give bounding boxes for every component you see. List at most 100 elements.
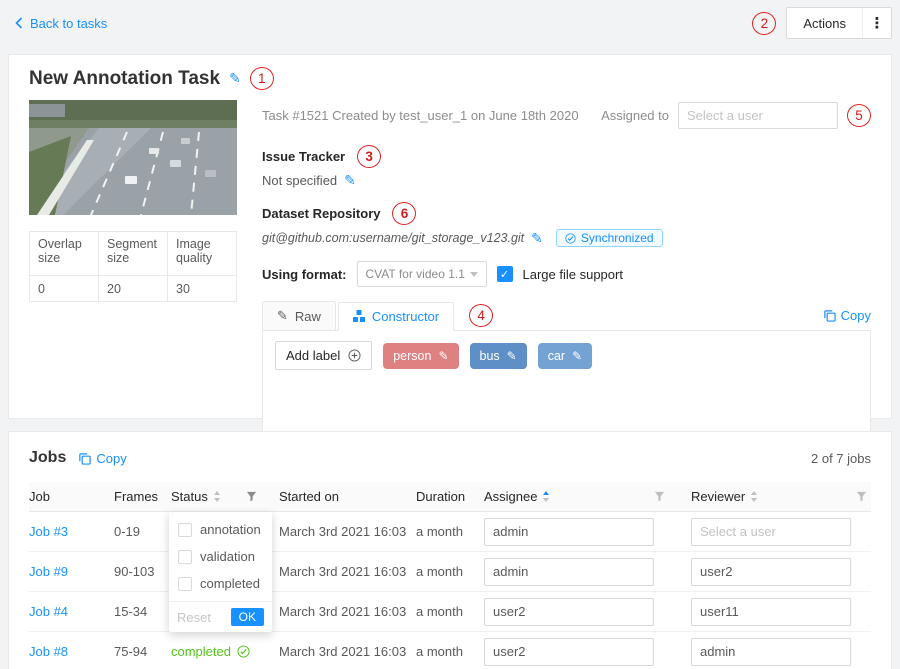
tab-constructor[interactable]: Constructor bbox=[338, 302, 454, 331]
jobs-table: Job Frames Status Started on Duration As… bbox=[29, 482, 871, 669]
edit-label-icon[interactable]: ✎ bbox=[572, 349, 582, 363]
filter-icon-assignee[interactable] bbox=[654, 491, 665, 502]
back-to-tasks-link[interactable]: Back to tasks bbox=[14, 16, 107, 31]
duration-cell: a month bbox=[416, 644, 484, 659]
label-chip-person-name: person bbox=[393, 349, 431, 363]
edit-repository-icon[interactable]: ✎ bbox=[531, 230, 543, 247]
duration-cell: a month bbox=[416, 564, 484, 579]
tab-constructor-label: Constructor bbox=[372, 309, 439, 324]
constructor-blocks-icon bbox=[353, 310, 365, 322]
sync-check-icon bbox=[565, 233, 576, 244]
filter-option-completed[interactable]: completed bbox=[169, 570, 272, 597]
reviewer-select[interactable] bbox=[691, 558, 851, 586]
filter-option-annotation[interactable]: annotation bbox=[169, 516, 272, 543]
sort-icon-status[interactable] bbox=[213, 490, 221, 503]
jobs-table-header: Job Frames Status Started on Duration As… bbox=[29, 482, 871, 512]
column-header-reviewer[interactable]: Reviewer bbox=[691, 489, 871, 504]
jobs-card: Jobs Copy 2 of 7 jobs Job Frames Status bbox=[8, 431, 892, 669]
task-title: New Annotation Task bbox=[29, 68, 220, 90]
filter-icon-status[interactable] bbox=[246, 491, 257, 502]
format-select[interactable]: CVAT for video 1.1 bbox=[357, 261, 487, 287]
jobs-header: Jobs Copy 2 of 7 jobs bbox=[29, 444, 871, 472]
job-link[interactable]: Job #8 bbox=[29, 644, 68, 659]
copy-icon bbox=[78, 452, 91, 465]
filter-icon-reviewer[interactable] bbox=[856, 491, 867, 502]
check-circle-icon bbox=[237, 645, 250, 658]
filter-option-validation[interactable]: validation bbox=[169, 543, 272, 570]
more-menu-icon[interactable]: ⋮ bbox=[863, 14, 891, 32]
copy-jobs-link[interactable]: Copy bbox=[78, 451, 126, 466]
edit-label-icon[interactable]: ✎ bbox=[438, 349, 448, 363]
actions-label: Actions bbox=[787, 16, 862, 31]
started-cell: March 3rd 2021 16:03 bbox=[279, 564, 416, 579]
assignee-select[interactable] bbox=[484, 598, 654, 626]
large-file-support-checkbox[interactable]: ✓ bbox=[497, 266, 513, 282]
started-cell: March 3rd 2021 16:03 bbox=[279, 604, 416, 619]
filter-ok-button[interactable]: OK bbox=[231, 608, 264, 626]
issue-tracker-block: Issue Tracker 3 Not specified ✎ bbox=[262, 145, 871, 189]
labels-constructor-panel: Add label person ✎ bus ✎ bbox=[262, 330, 871, 443]
label-chip-person[interactable]: person ✎ bbox=[383, 343, 458, 369]
checkbox-annotation[interactable] bbox=[178, 523, 192, 537]
actions-button[interactable]: Actions ⋮ bbox=[786, 7, 892, 39]
label-chip-bus-name: bus bbox=[480, 349, 500, 363]
synchronized-label: Synchronized bbox=[581, 231, 654, 245]
status-cell: completed bbox=[171, 644, 279, 659]
copy-icon bbox=[823, 309, 836, 322]
assignee-select[interactable] bbox=[484, 558, 654, 586]
format-row: Using format: CVAT for video 1.1 ✓ Large… bbox=[262, 261, 871, 287]
task-right-column: Task #1521 Created by test_user_1 on Jun… bbox=[262, 100, 871, 443]
task-meta-row: Task #1521 Created by test_user_1 on Jun… bbox=[262, 102, 871, 129]
assignee-select[interactable] bbox=[678, 102, 838, 129]
sort-icon-reviewer[interactable] bbox=[750, 490, 758, 503]
add-label-text: Add label bbox=[286, 348, 340, 363]
edit-label-icon[interactable]: ✎ bbox=[507, 349, 517, 363]
labels-tabs: ✎ Raw Constructor 4 bbox=[262, 301, 871, 443]
param-value-segment: 20 bbox=[99, 276, 168, 302]
started-cell: March 3rd 2021 16:03 bbox=[279, 524, 416, 539]
filter-footer: Reset OK bbox=[169, 601, 272, 632]
chevron-down-icon bbox=[470, 272, 478, 277]
column-header-started: Started on bbox=[279, 489, 416, 504]
copy-labels-label: Copy bbox=[841, 308, 871, 323]
table-row: Job #3 0-19 March 3rd 2021 16:03 a month bbox=[29, 512, 871, 552]
add-label-button[interactable]: Add label bbox=[275, 341, 372, 370]
edit-issue-tracker-icon[interactable]: ✎ bbox=[344, 172, 356, 189]
checkbox-completed[interactable] bbox=[178, 577, 192, 591]
reviewer-select[interactable] bbox=[691, 598, 851, 626]
format-select-value: CVAT for video 1.1 bbox=[366, 267, 465, 281]
job-link[interactable]: Job #4 bbox=[29, 604, 68, 619]
filter-option-label: completed bbox=[200, 576, 260, 591]
reviewer-select[interactable] bbox=[691, 638, 851, 666]
duration-cell: a month bbox=[416, 524, 484, 539]
assignee-select[interactable] bbox=[484, 518, 654, 546]
task-preview-image bbox=[29, 100, 237, 215]
copy-labels-link[interactable]: Copy bbox=[823, 308, 871, 323]
table-row: Job #9 90-103 March 3rd 2021 16:03 a mon… bbox=[29, 552, 871, 592]
status-text: completed bbox=[171, 644, 231, 659]
column-header-duration: Duration bbox=[416, 489, 484, 504]
callout-4: 4 bbox=[469, 304, 493, 327]
job-link[interactable]: Job #9 bbox=[29, 564, 68, 579]
filter-option-label: validation bbox=[200, 549, 255, 564]
using-format-label: Using format: bbox=[262, 267, 347, 282]
job-link[interactable]: Job #3 bbox=[29, 524, 68, 539]
label-chip-bus[interactable]: bus ✎ bbox=[470, 343, 527, 369]
started-cell: March 3rd 2021 16:03 bbox=[279, 644, 416, 659]
column-header-status[interactable]: Status bbox=[171, 489, 279, 504]
checkbox-validation[interactable] bbox=[178, 550, 192, 564]
filter-reset-button[interactable]: Reset bbox=[177, 610, 211, 625]
tab-raw[interactable]: ✎ Raw bbox=[262, 301, 336, 331]
frames-cell: 90-103 bbox=[114, 564, 171, 579]
callout-6: 6 bbox=[392, 202, 416, 225]
reviewer-select[interactable] bbox=[691, 518, 851, 546]
assignee-select[interactable] bbox=[484, 638, 654, 666]
column-header-assignee[interactable]: Assignee bbox=[484, 489, 691, 504]
task-title-row: New Annotation Task ✎ 1 bbox=[29, 67, 871, 90]
edit-title-icon[interactable]: ✎ bbox=[229, 70, 241, 87]
label-chip-car[interactable]: car ✎ bbox=[538, 343, 592, 369]
copy-jobs-label: Copy bbox=[96, 451, 126, 466]
param-header-quality: Image quality bbox=[168, 232, 237, 276]
sort-icon-assignee[interactable] bbox=[542, 490, 550, 503]
synchronized-badge[interactable]: Synchronized bbox=[556, 229, 663, 247]
